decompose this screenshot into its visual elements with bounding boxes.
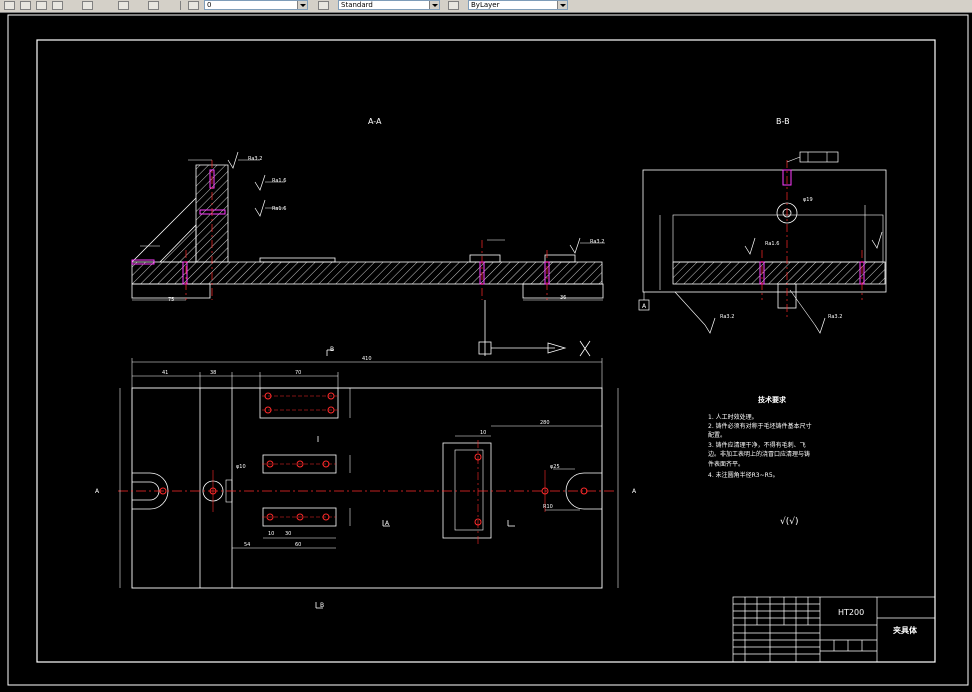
open-file-icon[interactable] — [20, 1, 31, 10]
dim-30: 30 — [285, 531, 291, 537]
tech-line-4: 3. 铸件应清理干净，不得有毛刺、飞 — [708, 441, 806, 449]
tech-line-5: 边。非加工表明上的浇冒口应清理与铸 — [708, 450, 810, 458]
dim-phi19: φ19 — [803, 197, 813, 203]
tech-line-1: 1. 人工时效处理。 — [708, 413, 758, 421]
undo-icon[interactable] — [82, 1, 93, 10]
dim-r10: R10 — [543, 504, 553, 510]
redo-icon[interactable] — [118, 1, 129, 10]
plan-view — [118, 349, 619, 609]
pan-tool-icon[interactable] — [4, 1, 15, 10]
layer-icon[interactable] — [188, 1, 199, 10]
ra16-bb: Ra1.6 — [765, 241, 779, 247]
dim-41: 41 — [162, 370, 168, 376]
ra16-label-2: Ra1.6 — [272, 206, 286, 212]
print-icon[interactable] — [52, 1, 63, 10]
dim-54: 54 — [244, 542, 250, 548]
dim-10: 10 — [268, 531, 274, 537]
section-bb-view — [638, 151, 887, 334]
ra32-label-2: Ra3.2 — [590, 239, 604, 245]
chevron-down-icon[interactable] — [557, 1, 567, 9]
drawing-canvas[interactable]: A-A Ra3.2 Ra1.6 Ra1.6 Ra3.2 75 36 B-B A … — [0, 12, 972, 688]
dim-phi10: φ10 — [236, 464, 246, 470]
text-style-icon[interactable] — [318, 1, 329, 10]
dimension-style-icon[interactable] — [448, 1, 459, 10]
material-label: HT200 — [838, 608, 864, 617]
save-file-icon[interactable] — [36, 1, 47, 10]
section-b-bottom: B — [320, 602, 324, 609]
dim-60: 60 — [295, 542, 301, 548]
dim-10-right: 10 — [480, 430, 486, 436]
chevron-down-icon[interactable] — [297, 1, 307, 9]
ra32-label: Ra3.2 — [248, 156, 262, 162]
section-a-right: A — [632, 488, 637, 495]
dim-410: 410 — [362, 356, 372, 362]
dim-36-aa: 36 — [560, 295, 566, 301]
dim-280: 280 — [540, 420, 550, 426]
datum-a-label: A — [642, 303, 647, 310]
section-aa-view — [131, 151, 605, 301]
tech-line-3: 配置。 — [708, 432, 726, 439]
layer-combo[interactable]: 0 — [204, 0, 308, 10]
section-aa-label: A-A — [368, 117, 382, 126]
linetype-combo-value: ByLayer — [471, 1, 500, 9]
linetype-combo[interactable]: ByLayer — [468, 0, 568, 10]
tech-requirements-list: 1. 人工时效处理。 2. 铸件必须有对称于毛坯铸件基本尺寸 配置。 3. 铸件… — [708, 413, 812, 479]
toolbar-separator — [180, 1, 181, 10]
dim-76: 75 — [168, 297, 174, 303]
layer-combo-value: 0 — [207, 1, 212, 9]
roughness-note: √(√) — [780, 516, 799, 527]
dim-phi25: φ25 — [550, 464, 560, 470]
dim-38: 38 — [210, 370, 216, 376]
section-bb-label: B-B — [776, 117, 790, 126]
section-b-top: B — [330, 346, 334, 353]
dim-70: 70 — [295, 370, 301, 376]
ucs-icon — [478, 300, 591, 357]
tech-line-2: 2. 铸件必须有对称于毛坯铸件基本尺寸 — [708, 422, 812, 430]
ra16-label: Ra1.6 — [272, 178, 286, 184]
part-name-label: 夹具体 — [893, 625, 918, 635]
drawing-frame — [36, 39, 936, 663]
tech-line-6: 件表面齐平。 — [708, 460, 744, 468]
text-style-combo-value: Standard — [341, 1, 373, 9]
outer-border — [7, 14, 969, 686]
section-a-left: A — [95, 488, 100, 495]
cad-drawing: A-A Ra3.2 Ra1.6 Ra1.6 Ra3.2 75 36 B-B A … — [7, 14, 969, 686]
match-properties-icon[interactable] — [148, 1, 159, 10]
ra32-bb-2: Ra3.2 — [828, 314, 842, 320]
tech-requirements-title: 技术要求 — [758, 395, 787, 404]
tech-line-7: 4. 未注圆角半径R3~R5。 — [708, 471, 779, 479]
chevron-down-icon[interactable] — [429, 1, 439, 9]
text-style-combo[interactable]: Standard — [338, 0, 440, 10]
ra32-bb: Ra3.2 — [720, 314, 734, 320]
